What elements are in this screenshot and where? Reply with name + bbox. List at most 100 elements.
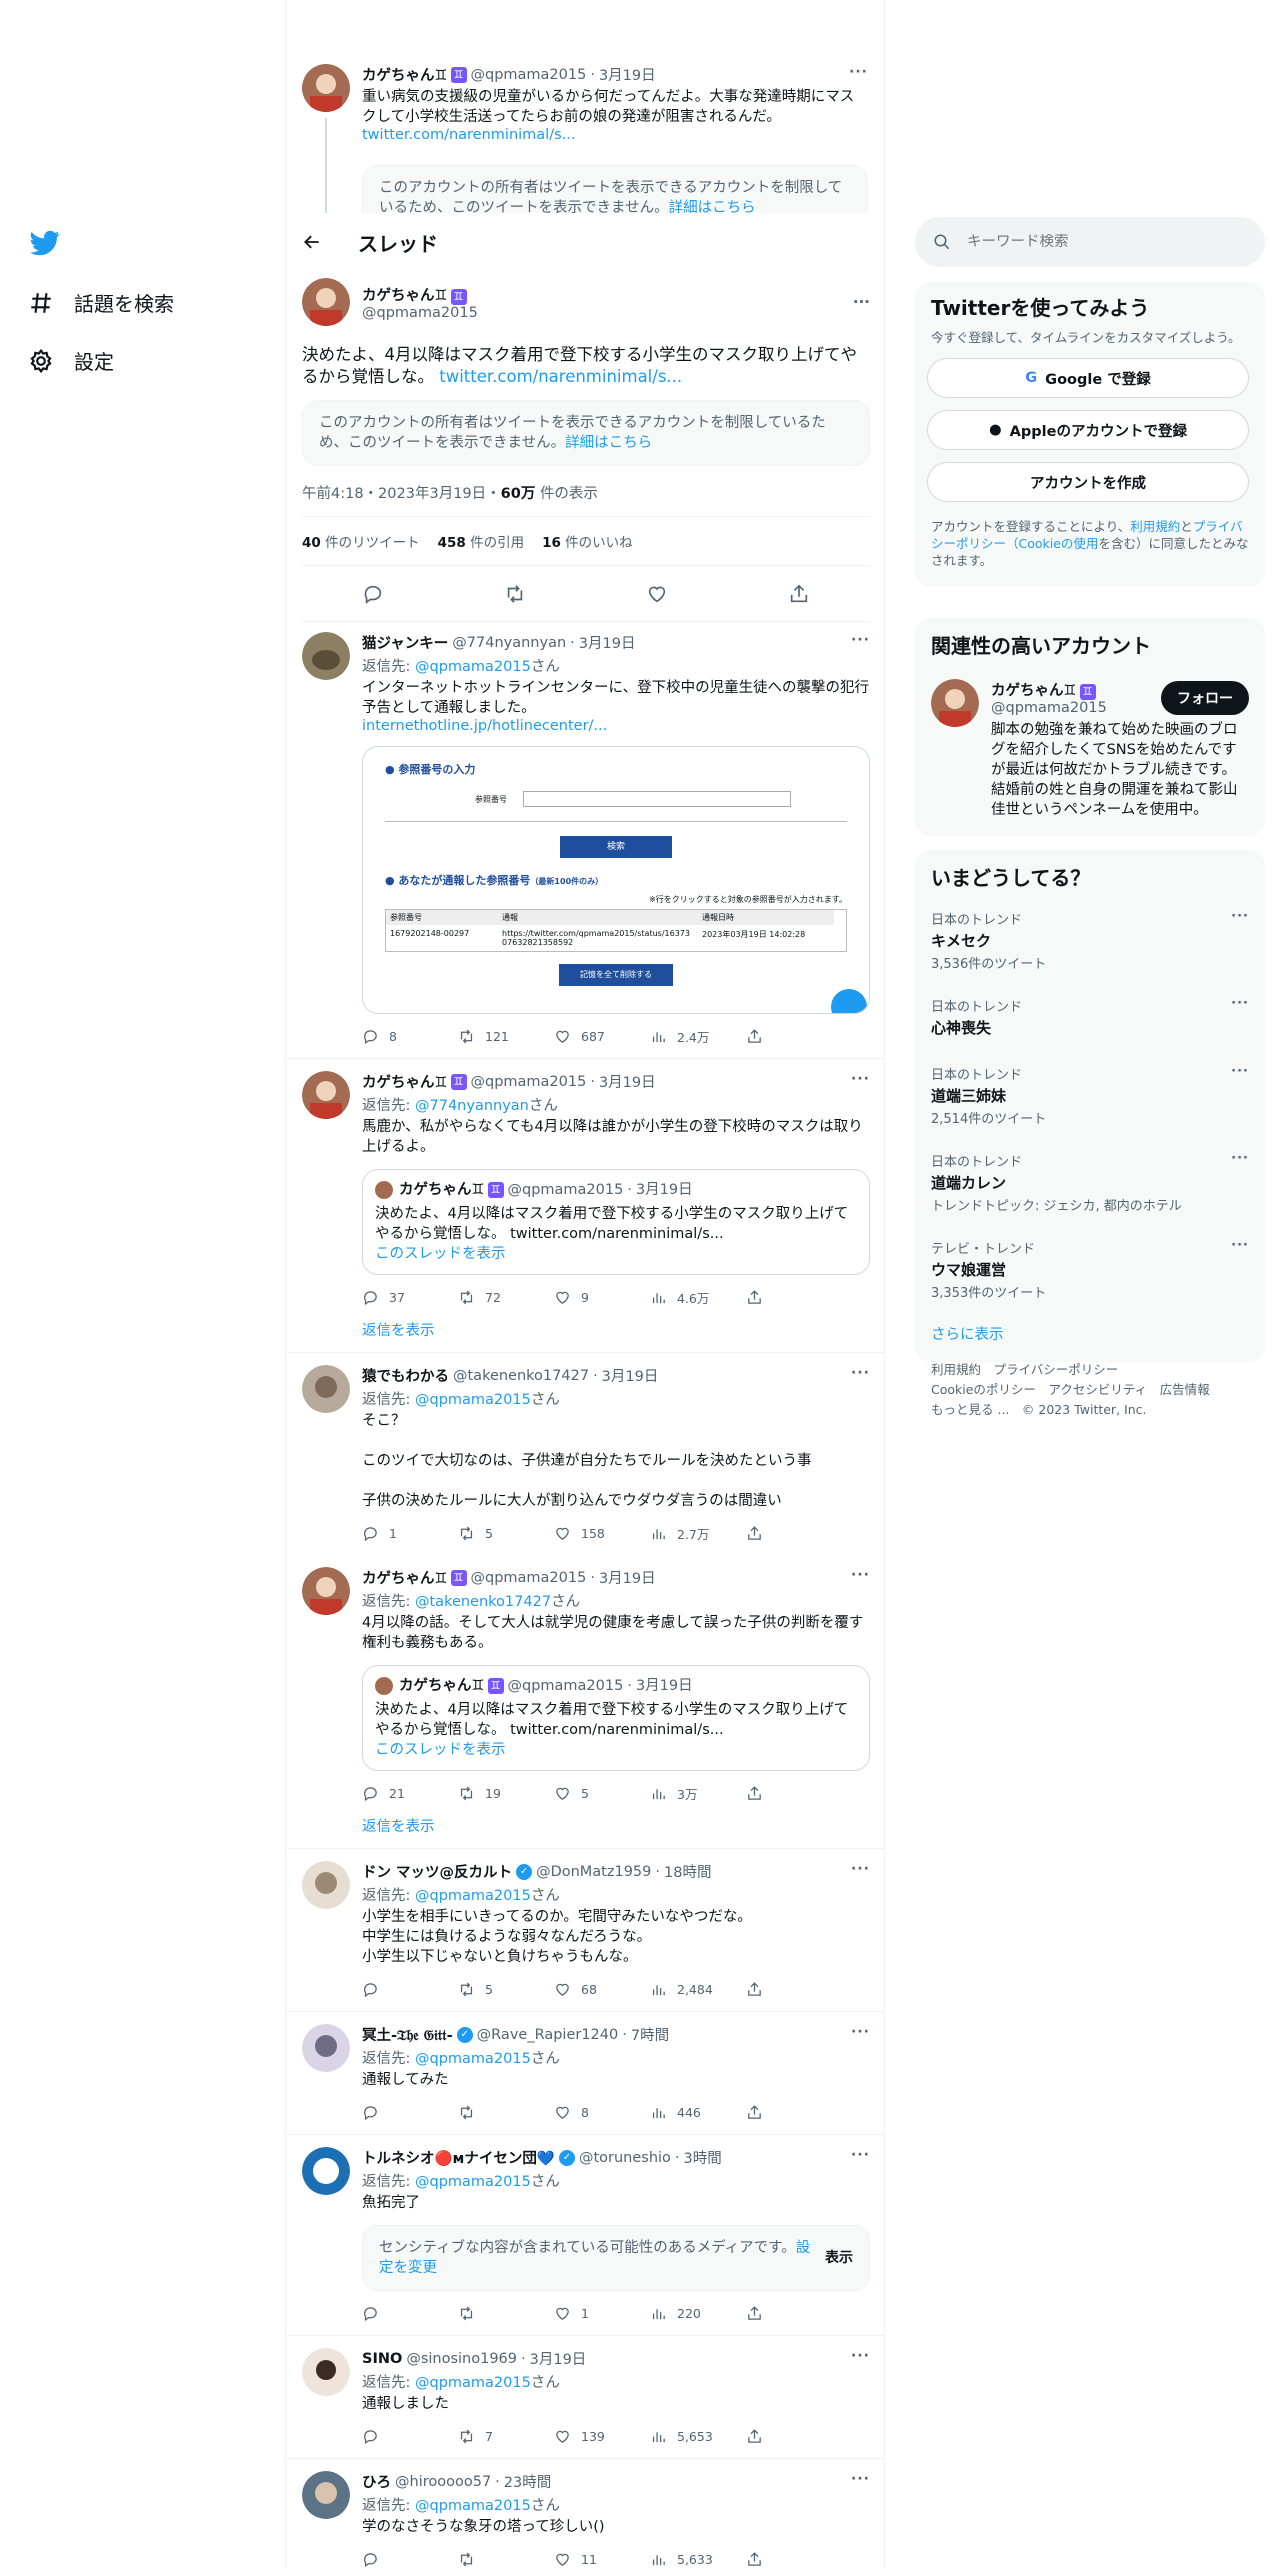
author-name[interactable]: 冥土-𝔗𝔥𝔢 𝔊𝔦𝔱𝔱- (362, 2024, 453, 2045)
author-handle[interactable]: @qpmama2015 (362, 305, 478, 321)
reply-button[interactable] (362, 1981, 458, 1998)
more-icon[interactable]: ··· (851, 1861, 870, 1877)
views-button[interactable]: 2.7万 (650, 1524, 746, 1543)
retweet-icon[interactable] (504, 583, 526, 605)
trend-item[interactable]: 日本のトレンド 道端カレン トレンドトピック: ジェシカ, 都内のホテル ··· (915, 1139, 1265, 1226)
attached-image[interactable]: ● 参照番号の入力 参照番号 検索 ● あなたが通報した参照番号（最新100件の… (362, 746, 870, 1014)
retweet-button[interactable] (458, 2305, 554, 2322)
reply-tweet[interactable]: カゲちゃん♊︎ ♊ @qpmama2015 · 3月19日 ··· 返信先: @ta… (286, 1555, 884, 1815)
related-user[interactable]: カゲちゃん♊︎ ♊ @qpmama2015 フォロー 脚本の勉強を兼ねて始めた映画の… (931, 679, 1249, 820)
learn-more-link[interactable]: 詳細はこちら (565, 435, 652, 451)
author-name[interactable]: カゲちゃん♊︎ (362, 64, 448, 85)
show-more-link[interactable]: さらに表示 (915, 1313, 1265, 1354)
author-name[interactable]: SINO (362, 2351, 402, 2367)
share-button[interactable] (746, 1028, 842, 1045)
more-icon[interactable]: ··· (851, 1071, 870, 1087)
like-icon[interactable] (646, 583, 668, 605)
twitter-logo-icon[interactable] (28, 228, 62, 258)
search-input[interactable] (967, 234, 1227, 250)
views-button[interactable]: 220 (650, 2305, 746, 2322)
tweet-time[interactable]: 3月19日 (599, 1071, 656, 1092)
like-button[interactable]: 8 (554, 2104, 650, 2121)
author-name[interactable]: トルネシオ🔴ᴍナイセン団💙 (362, 2147, 555, 2168)
search-bar[interactable] (915, 217, 1265, 267)
more-icon[interactable]: ··· (853, 293, 870, 311)
author-name[interactable]: カゲちゃん♊︎ (362, 288, 448, 304)
author-handle[interactable]: @hirooooo57 (395, 2474, 491, 2490)
author-name[interactable]: 猫ジャンキー (362, 632, 448, 653)
author-name[interactable]: ドン マッツ@反カルト (362, 1861, 512, 1882)
quoted-tweet[interactable]: カゲちゃん♊︎ ♊ @qpmama2015 · 3月19日 決めたよ、4月以降はマス… (362, 1169, 870, 1275)
reply-button[interactable] (362, 2428, 458, 2445)
avatar[interactable] (302, 2471, 350, 2519)
likes-stat[interactable]: 16 件のいいね (542, 531, 633, 551)
tweet-link[interactable]: twitter.com/narenminimal/s... (362, 127, 868, 143)
more-icon[interactable]: ··· (851, 2024, 870, 2040)
author-name[interactable]: ひろ (362, 2471, 391, 2492)
show-media-button[interactable]: 表示 (825, 2248, 853, 2268)
nav-explore[interactable]: 話題を検索 (28, 288, 174, 317)
tweet-link[interactable]: twitter.com/narenminimal/s... (439, 367, 682, 386)
like-button[interactable]: 1 (554, 2305, 650, 2322)
retweets-stat[interactable]: 40 件のリツイート (302, 531, 420, 551)
avatar[interactable] (302, 1365, 350, 1413)
avatar[interactable] (302, 1071, 350, 1119)
more-icon[interactable]: ··· (851, 2147, 870, 2163)
reply-tweet[interactable]: 猫ジャンキー @774nyannyan · 3月19日 ··· 返信先: @qpm… (286, 620, 884, 1058)
retweet-button[interactable]: 121 (458, 1028, 554, 1045)
apple-signup-button[interactable]: ● Appleのアカウントで登録 (927, 410, 1249, 450)
avatar[interactable] (302, 632, 350, 680)
views-button[interactable]: 3万 (650, 1784, 746, 1803)
more-icon[interactable]: ··· (851, 2348, 870, 2364)
reply-button[interactable] (362, 2551, 458, 2568)
like-button[interactable]: 9 (554, 1289, 650, 1306)
retweet-button[interactable] (458, 2104, 554, 2121)
quotes-stat[interactable]: 458 件の引用 (438, 531, 524, 551)
trend-item[interactable]: 日本のトレンド 道端三姉妹 2,514件のツイート ··· (915, 1052, 1265, 1139)
author-handle[interactable]: @qpmama2015 (471, 1570, 587, 1586)
follow-button[interactable]: フォロー (1161, 680, 1249, 715)
more-icon[interactable]: ··· (851, 632, 870, 648)
reply-button[interactable]: 21 (362, 1785, 458, 1802)
tweet-time[interactable]: 23時間 (504, 2471, 551, 2492)
author-handle[interactable]: @qpmama2015 (471, 1074, 587, 1090)
reply-icon[interactable] (362, 583, 384, 605)
views-button[interactable]: 2,484 (650, 1981, 746, 1998)
reply-tweet[interactable]: SINO @sinosino1969 · 3月19日 ··· 返信先: @qpma… (286, 2336, 884, 2458)
share-button[interactable] (746, 1785, 842, 1802)
avatar[interactable] (302, 1861, 350, 1909)
views-button[interactable]: 2.4万 (650, 1027, 746, 1046)
tweet-time[interactable]: 7時間 (631, 2024, 669, 2045)
trend-item[interactable]: 日本のトレンド キメセク 3,536件のツイート ··· (915, 897, 1265, 984)
avatar[interactable] (302, 2147, 350, 2195)
author-handle[interactable]: @sinosino1969 (406, 2351, 517, 2367)
share-button[interactable] (746, 1525, 842, 1542)
parent-tweet[interactable]: カゲちゃん♊︎ ♊ @qpmama2015 · 3月19日 ··· 重い病気の支援級… (286, 0, 884, 223)
reply-tweet[interactable]: ドン マッツ@反カルト ✓ @DonMatz1959 · 18時間 ··· 返信先:… (286, 1849, 884, 2011)
like-button[interactable]: 68 (554, 1981, 650, 1998)
show-thread-link[interactable]: このスレッドを表示 (375, 1740, 857, 1760)
author-name[interactable]: カゲちゃん♊︎ (362, 1567, 448, 1588)
reply-button[interactable] (362, 2104, 458, 2121)
back-arrow-icon[interactable] (302, 232, 322, 252)
tweet-time[interactable]: 3月19日 (599, 64, 656, 85)
show-thread-link[interactable]: このスレッドを表示 (375, 1244, 857, 1264)
tweet-time[interactable]: 3月19日 (602, 1365, 659, 1386)
retweet-button[interactable]: 7 (458, 2428, 554, 2445)
share-button[interactable] (746, 2551, 842, 2568)
reply-button[interactable]: 1 (362, 1525, 458, 1542)
tweet-link[interactable]: internethotline.jp/hotlinecenter/... (362, 718, 870, 734)
share-button[interactable] (746, 2305, 842, 2322)
reply-tweet[interactable]: カゲちゃん♊︎ ♊ @qpmama2015 · 3月19日 ··· 返信先: @77… (286, 1059, 884, 1319)
author-handle[interactable]: @DonMatz1959 (536, 1864, 651, 1880)
avatar[interactable] (302, 2348, 350, 2396)
avatar[interactable] (302, 64, 350, 112)
tweet-time[interactable]: 18時間 (664, 1861, 711, 1882)
quoted-tweet[interactable]: カゲちゃん♊︎ ♊ @qpmama2015 · 3月19日 決めたよ、4月以降はマス… (362, 1665, 870, 1771)
nav-settings[interactable]: 設定 (28, 346, 114, 375)
more-icon[interactable]: ··· (851, 1365, 870, 1381)
views-button[interactable]: 446 (650, 2104, 746, 2121)
author-name[interactable]: カゲちゃん♊︎ (362, 1071, 448, 1092)
author-handle[interactable]: @takenenko17427 (453, 1368, 589, 1384)
reply-button[interactable]: 37 (362, 1289, 458, 1306)
